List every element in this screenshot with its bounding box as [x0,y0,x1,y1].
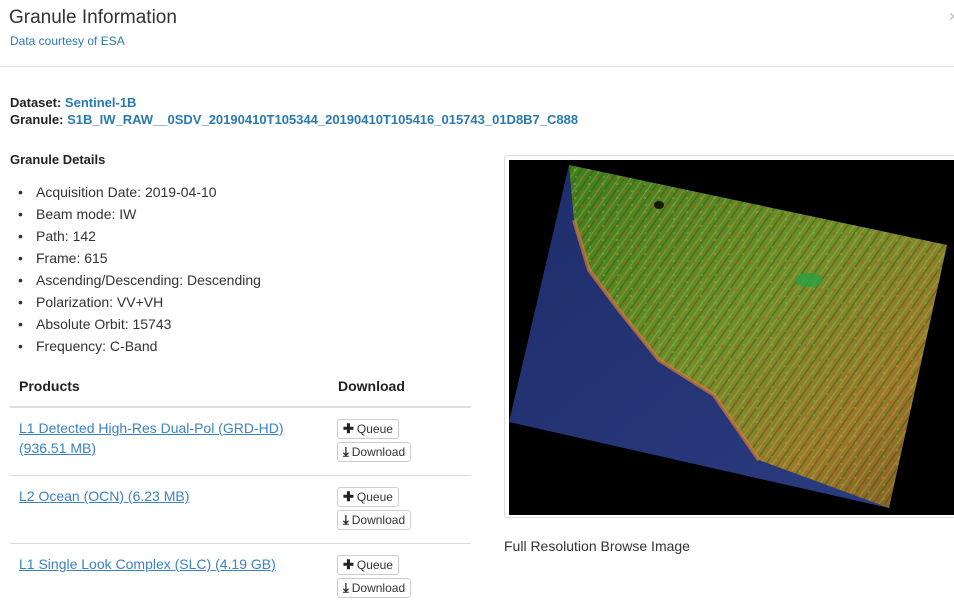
detail-item: Ascending/Descending: Descending [18,269,261,291]
close-icon[interactable]: x [950,8,954,23]
download-column-header: Download [338,378,405,394]
queue-button-label: Queue [357,420,393,438]
product-link[interactable]: L1 Single Look Complex (SLC) (4.19 GB) [19,554,319,574]
detail-item: Absolute Orbit: 15743 [18,313,261,335]
plus-icon: ✚ [343,556,354,574]
granule-details-heading: Granule Details [10,152,105,167]
granule-label: Granule: [10,112,63,127]
download-button[interactable]: ⤓ Download [337,510,411,530]
queue-button[interactable]: ✚ Queue [337,419,399,439]
download-button[interactable]: ⤓ Download [337,442,411,462]
product-row: L1 Single Look Complex (SLC) (4.19 GB) ✚… [10,544,471,611]
queue-button-label: Queue [357,488,393,506]
plus-icon: ✚ [343,488,354,506]
product-row: L2 Ocean (OCN) (6.23 MB) ✚ Queue ⤓ Downl… [10,476,471,544]
plus-icon: ✚ [343,420,354,438]
queue-button[interactable]: ✚ Queue [337,555,399,575]
header-divider [0,66,954,67]
product-row: L1 Detected High-Res Dual-Pol (GRD-HD) (… [10,408,471,476]
detail-item: Acquisition Date: 2019-04-10 [18,181,261,203]
browse-image-frame[interactable] [504,155,954,518]
queue-button-label: Queue [357,556,393,574]
product-link[interactable]: L1 Detected High-Res Dual-Pol (GRD-HD) (… [19,418,319,458]
products-table-header: Products Download [10,370,471,408]
products-table: Products Download L1 Detected High-Res D… [10,370,471,611]
download-icon: ⤓ [343,579,349,597]
dataset-value: Sentinel-1B [65,95,137,110]
browse-image [509,160,954,515]
download-icon: ⤓ [343,511,349,529]
detail-item: Frequency: C-Band [18,335,261,357]
granule-line: Granule: S1B_IW_RAW__0SDV_20190410T10534… [10,112,578,127]
detail-item: Path: 142 [18,225,261,247]
data-courtesy-text: Data courtesy of ESA [10,34,125,48]
dataset-label: Dataset: [10,95,61,110]
product-link[interactable]: L2 Ocean (OCN) (6.23 MB) [19,486,319,506]
download-button-label: Download [352,511,405,529]
granule-details-list: Acquisition Date: 2019-04-10 Beam mode: … [18,181,261,357]
products-column-header: Products [19,378,80,394]
modal-title: Granule Information [9,7,177,29]
detail-item: Beam mode: IW [18,203,261,225]
download-icon: ⤓ [343,443,349,461]
detail-item: Polarization: VV+VH [18,291,261,313]
granule-value: S1B_IW_RAW__0SDV_20190410T105344_2019041… [67,112,578,127]
detail-item: Frame: 615 [18,247,261,269]
download-button-label: Download [352,579,405,597]
queue-button[interactable]: ✚ Queue [337,487,399,507]
download-button-label: Download [352,443,405,461]
download-button[interactable]: ⤓ Download [337,578,411,598]
browse-image-caption: Full Resolution Browse Image [504,538,690,554]
dataset-line: Dataset: Sentinel-1B [10,95,136,110]
